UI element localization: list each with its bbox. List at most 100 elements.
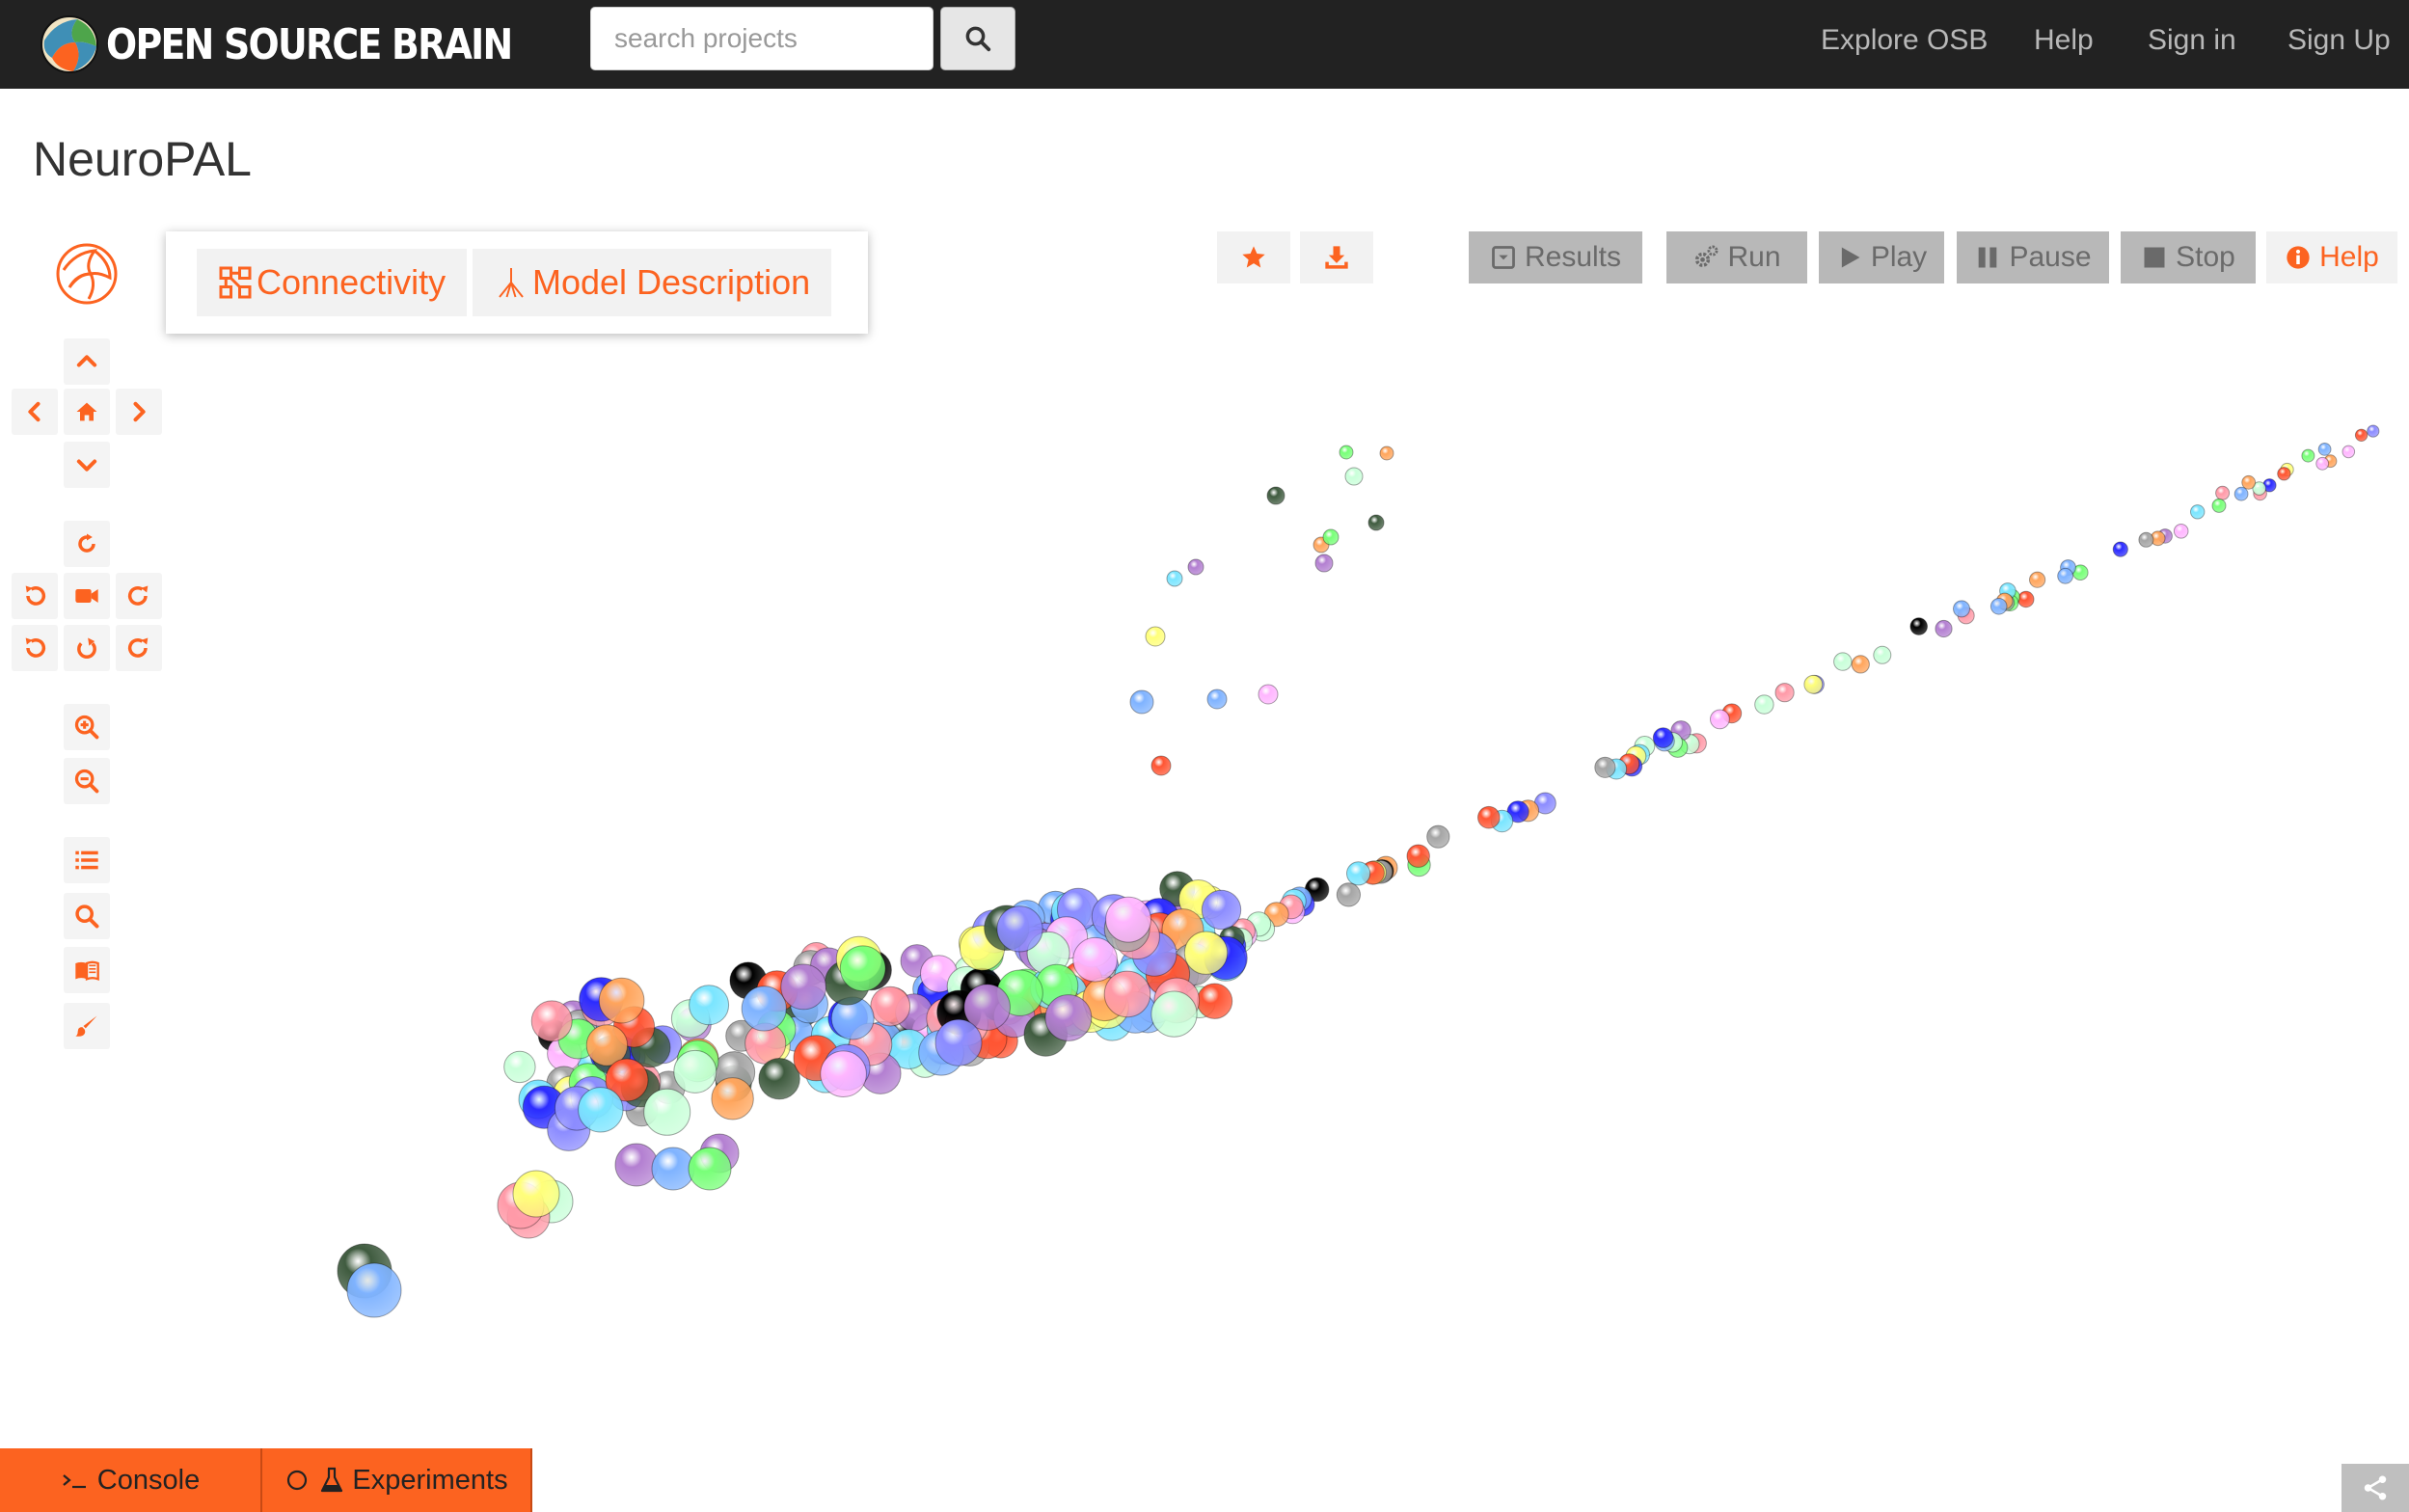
neuron-sphere[interactable] [1754, 694, 1774, 715]
neuron-sphere[interactable] [2301, 448, 2315, 463]
neuron-sphere[interactable] [512, 1170, 560, 1218]
zoom-in-button[interactable] [64, 704, 110, 750]
search-input[interactable] [590, 7, 934, 70]
neuron-sphere[interactable] [1145, 626, 1166, 647]
neuron-sphere[interactable] [2211, 498, 2227, 513]
neuron-sphere[interactable] [651, 1147, 695, 1191]
neuron-3d-canvas[interactable] [174, 347, 2409, 1437]
neuron-sphere[interactable] [1166, 570, 1183, 587]
neuron-sphere[interactable] [711, 1077, 754, 1120]
neuron-sphere[interactable] [1336, 882, 1362, 907]
tab-connectivity[interactable]: Connectivity [197, 249, 468, 316]
neuron-sphere[interactable] [1201, 889, 1242, 931]
undo-button[interactable] [12, 625, 58, 671]
neuron-sphere[interactable] [2367, 424, 2380, 438]
neuron-sphere[interactable] [1477, 805, 1501, 829]
help-button[interactable]: Help [2266, 231, 2397, 284]
neuron-sphere[interactable] [1258, 684, 1279, 705]
nav-sign-in[interactable]: Sign in [2148, 21, 2236, 60]
neuron-sphere[interactable] [1344, 467, 1364, 486]
neuron-sphere[interactable] [1379, 446, 1394, 461]
zoom-out-button[interactable] [64, 758, 110, 804]
neuron-sphere[interactable] [2241, 474, 2257, 490]
pan-down-button[interactable] [64, 442, 110, 488]
neuron-sphere[interactable] [1183, 931, 1229, 975]
pan-right-button[interactable] [116, 389, 162, 435]
neuron-sphere[interactable] [1909, 617, 1928, 635]
neuron-sphere[interactable] [1935, 619, 1953, 638]
neuron-sphere[interactable] [1833, 652, 1853, 671]
pause-button[interactable]: Pause [1957, 231, 2109, 284]
nav-sign-up[interactable]: Sign Up [2287, 21, 2391, 60]
neuron-sphere[interactable] [614, 1143, 659, 1187]
list-button[interactable] [64, 837, 110, 883]
neuron-sphere[interactable] [578, 1087, 624, 1133]
neuron-sphere[interactable] [2017, 590, 2035, 608]
share-button[interactable] [2341, 1464, 2409, 1512]
neuron-sphere[interactable] [1103, 970, 1151, 1018]
neuron-sphere[interactable] [2057, 567, 2073, 584]
neuron-sphere[interactable] [2233, 486, 2249, 501]
neuron-sphere[interactable] [780, 963, 827, 1011]
neuron-sphere[interactable] [820, 1050, 867, 1098]
neuron-sphere[interactable] [1989, 598, 2008, 615]
neuron-sphere[interactable] [758, 1058, 800, 1100]
neuron-sphere[interactable] [689, 985, 730, 1026]
neuron-sphere[interactable] [1873, 645, 1892, 664]
neuron-sphere[interactable] [1426, 824, 1450, 849]
neuron-sphere[interactable] [688, 1147, 732, 1191]
neuron-sphere[interactable] [2190, 504, 2206, 520]
pan-up-button[interactable] [64, 338, 110, 385]
nav-help[interactable]: Help [2034, 21, 2094, 60]
neuron-sphere[interactable] [1774, 683, 1795, 703]
tutorial-button[interactable] [64, 947, 110, 993]
neuron-sphere[interactable] [1314, 554, 1334, 573]
neuron-sphere[interactable] [1710, 709, 1730, 730]
play-button[interactable]: Play [1819, 231, 1944, 284]
neuron-sphere[interactable] [1150, 755, 1172, 776]
run-button[interactable]: Run [1666, 231, 1807, 284]
download-button[interactable] [1300, 231, 1373, 284]
neuron-sphere[interactable] [741, 986, 787, 1032]
brand-logo[interactable]: OPEN SOURCE BRAIN [39, 8, 578, 81]
neuron-sphere[interactable] [643, 1088, 691, 1136]
neuron-sphere[interactable] [1803, 674, 1824, 694]
neuron-sphere[interactable] [1367, 514, 1385, 531]
neuron-sphere[interactable] [2173, 524, 2189, 539]
neuron-sphere[interactable] [2112, 541, 2128, 557]
neuron-sphere[interactable] [1266, 486, 1286, 505]
neuron-sphere[interactable] [2315, 456, 2330, 471]
neuron-sphere[interactable] [1594, 756, 1616, 778]
neuron-sphere[interactable] [1851, 655, 1870, 674]
neuron-sphere[interactable] [1187, 558, 1204, 576]
neuron-sphere[interactable] [2029, 571, 2046, 588]
neuron-sphere[interactable] [1129, 689, 1154, 715]
search-button[interactable] [940, 7, 1015, 70]
neuron-sphere[interactable] [1150, 990, 1198, 1038]
neuron-sphere[interactable] [2354, 428, 2368, 443]
neuron-sphere[interactable] [503, 1050, 536, 1084]
console-tab[interactable]: Console [0, 1448, 262, 1512]
neuron-sphere[interactable] [2138, 531, 2154, 548]
neuron-sphere[interactable] [1406, 844, 1430, 868]
neuron-sphere[interactable] [1652, 727, 1674, 748]
redo-button[interactable] [116, 625, 162, 671]
neuron-sphere[interactable] [2215, 485, 2231, 500]
neuron-sphere[interactable] [1346, 861, 1371, 886]
neuron-sphere[interactable] [530, 1000, 573, 1042]
results-button[interactable]: Results [1469, 231, 1642, 284]
search-scene-button[interactable] [64, 893, 110, 939]
neuron-sphere[interactable] [839, 945, 886, 992]
pan-left-button[interactable] [12, 389, 58, 435]
neuron-sphere[interactable] [1044, 994, 1093, 1041]
neuron-sphere[interactable] [2277, 467, 2291, 481]
camera-button[interactable] [64, 573, 110, 619]
neuron-sphere[interactable] [598, 977, 645, 1024]
neuron-sphere[interactable] [346, 1262, 402, 1318]
rotate-reset-button[interactable] [64, 521, 110, 567]
neuron-sphere[interactable] [1206, 688, 1228, 710]
neuron-sphere[interactable] [2317, 443, 2332, 456]
nav-explore-osb[interactable]: Explore OSB [1821, 21, 1988, 60]
neuron-sphere[interactable] [1105, 896, 1151, 943]
neuron-sphere[interactable] [1339, 445, 1354, 460]
